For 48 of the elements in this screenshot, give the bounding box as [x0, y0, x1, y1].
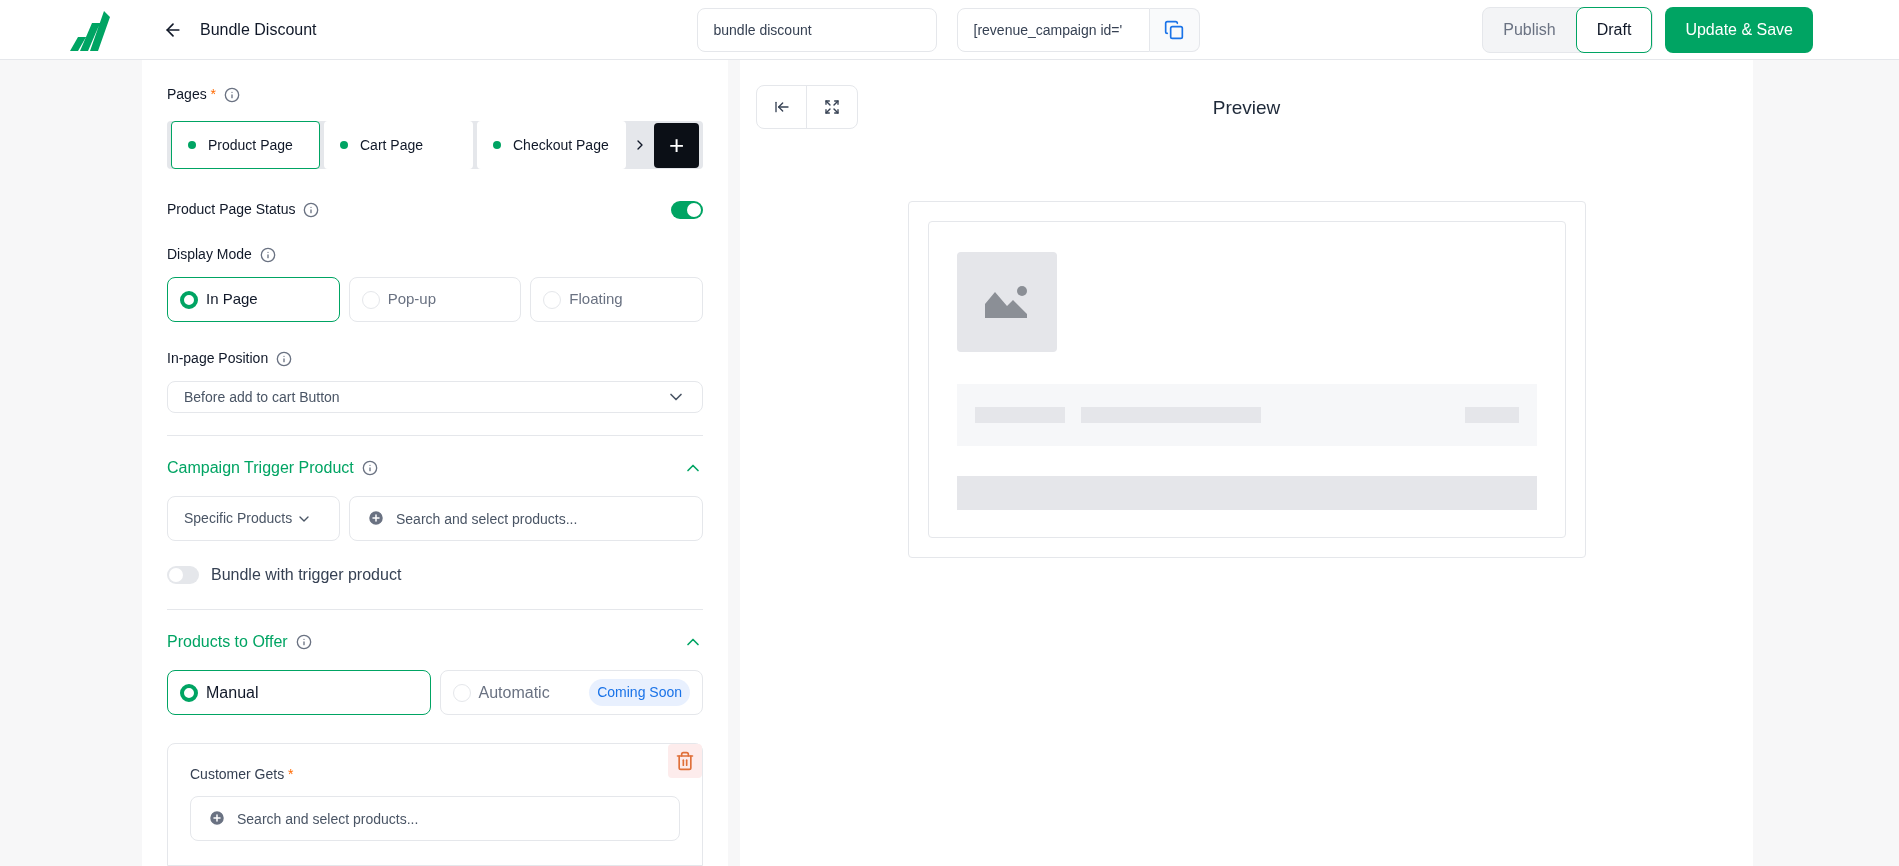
- info-icon: [259, 246, 276, 263]
- preview-title: Preview: [1212, 96, 1281, 120]
- toggle-label: Bundle with trigger product: [211, 565, 402, 585]
- field-label: In-page Position: [167, 349, 269, 368]
- coming-soon-badge: Coming Soon: [589, 679, 690, 706]
- page-tab[interactable]: Cart Page: [324, 121, 473, 169]
- status-tab[interactable]: Publish: [1483, 6, 1576, 53]
- radio-option[interactable]: Manual: [167, 670, 431, 715]
- status-tab[interactable]: Draft: [1575, 6, 1653, 53]
- page-title: Bundle Discount: [200, 19, 317, 40]
- position-select[interactable]: Before add to cart Button: [167, 381, 703, 413]
- section-title: Campaign Trigger Product: [167, 458, 354, 478]
- delete-button[interactable]: [668, 744, 702, 778]
- product-search-field[interactable]: Search and select products...: [349, 496, 703, 541]
- field-label: Display Mode: [167, 245, 252, 264]
- radio-option[interactable]: Pop-up: [348, 277, 522, 322]
- product-search-field[interactable]: Search and select products...: [190, 796, 680, 841]
- radio-icon: [180, 683, 198, 702]
- add-page-button[interactable]: +: [654, 122, 699, 168]
- logo-icon: [68, 8, 112, 51]
- toggle-switch[interactable]: [167, 566, 199, 584]
- info-icon: [224, 86, 241, 103]
- page-tab[interactable]: Product Page: [171, 121, 320, 169]
- shortcode-field[interactable]: [revenue_campaign id=': [956, 7, 1150, 52]
- campaign-name-field[interactable]: bundle discount: [696, 7, 937, 52]
- radio-option[interactable]: Floating: [530, 277, 703, 322]
- image-icon: [984, 285, 1029, 318]
- expand-icon: [824, 99, 840, 115]
- radio-option[interactable]: Automatic Coming Soon: [439, 670, 703, 715]
- info-icon: [295, 634, 312, 650]
- product-scope-select[interactable]: Specific Products: [167, 496, 340, 541]
- arrow-left-to-line-icon: [773, 99, 790, 115]
- trash-icon: [675, 751, 695, 771]
- plus-circle-icon: [208, 809, 226, 827]
- copy-button[interactable]: [1149, 7, 1200, 52]
- field-label: Product Page Status: [167, 200, 296, 219]
- info-icon: [361, 460, 378, 476]
- page-tab[interactable]: Checkout Page: [477, 121, 626, 169]
- copy-icon: [1164, 19, 1184, 40]
- section-title: Products to Offer: [167, 632, 288, 652]
- info-icon: [303, 201, 320, 218]
- plus-circle-icon: [367, 509, 385, 527]
- toggle-switch[interactable]: [671, 200, 703, 219]
- info-icon: [276, 350, 293, 367]
- radio-icon: [180, 290, 198, 309]
- field-label: Customer Gets *: [190, 766, 294, 782]
- radio-option[interactable]: In Page: [167, 277, 340, 322]
- field-label: Pages *: [167, 85, 217, 104]
